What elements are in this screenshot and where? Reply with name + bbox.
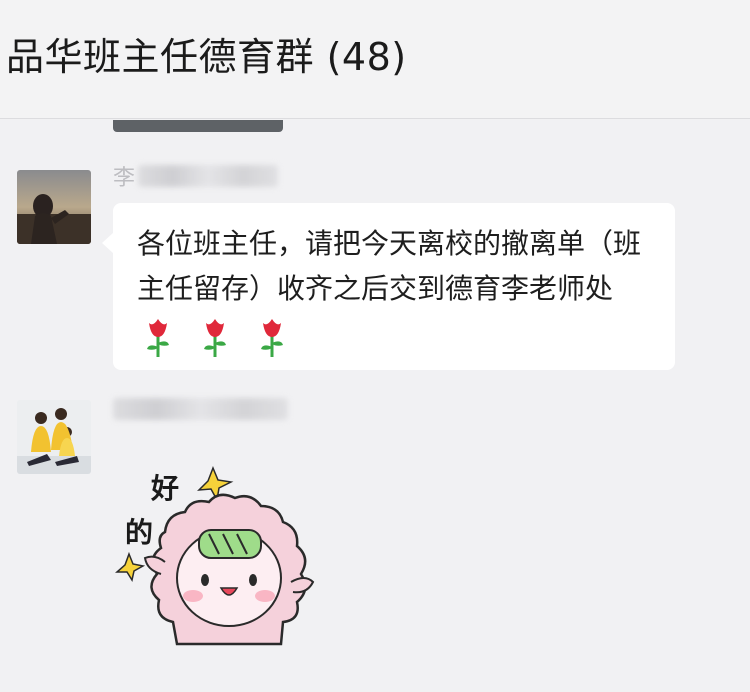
blurred-sender-name bbox=[138, 165, 278, 187]
chat-header: 品华班主任德育群 (48) bbox=[0, 0, 750, 119]
previous-message-fragment bbox=[113, 120, 283, 132]
emoji-group bbox=[137, 313, 287, 358]
blurred-sender-name bbox=[113, 398, 288, 420]
rose-icon bbox=[260, 318, 283, 357]
group-title[interactable]: 品华班主任德育群 (48) bbox=[6, 26, 407, 81]
hedgehog-ok-sticker[interactable]: 好 的 bbox=[105, 462, 335, 662]
sender-avatar[interactable] bbox=[17, 400, 91, 474]
sticker-text-bottom: 的 bbox=[125, 516, 153, 549]
rose-icon bbox=[203, 318, 226, 357]
pink-hedgehog-ok-sticker: 好 的 bbox=[115, 465, 315, 646]
sender-name: 李 bbox=[113, 166, 136, 191]
message-text: 各位班主任，请把今天离校的撤离单（班主任留存）收齐之后交到德育李老师处 bbox=[137, 221, 662, 358]
rose-icon bbox=[147, 318, 169, 357]
sticker-text-top: 好 bbox=[150, 472, 179, 505]
sender-avatar[interactable] bbox=[17, 170, 91, 244]
message-bubble[interactable]: 各位班主任，请把今天离校的撤离单（班主任留存）收齐之后交到德育李老师处 bbox=[102, 203, 675, 370]
family-photo-icon bbox=[17, 400, 91, 474]
profile-photo-icon bbox=[17, 170, 91, 244]
